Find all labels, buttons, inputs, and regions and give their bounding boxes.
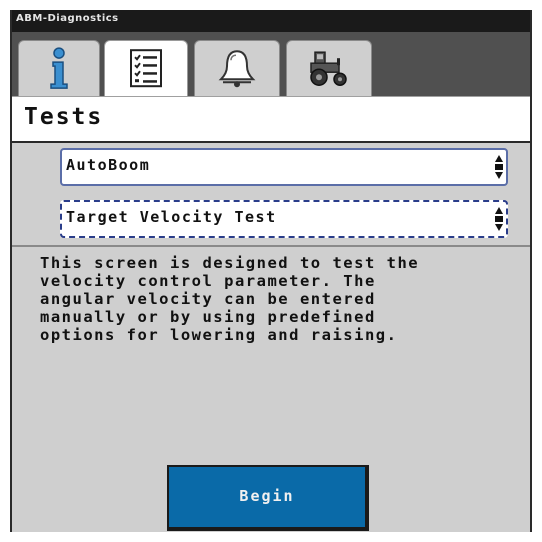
divider xyxy=(12,245,530,247)
tab-alarms[interactable] xyxy=(194,40,280,96)
page-header: Tests xyxy=(12,96,530,143)
diagnostics-window: ABM-Diagnostics Tests AutoBoom Target Ve… xyxy=(10,10,532,532)
test-select[interactable]: Target Velocity Test xyxy=(60,200,508,238)
title-bar: ABM-Diagnostics xyxy=(12,10,530,32)
tab-strip xyxy=(12,32,530,96)
tab-info[interactable] xyxy=(18,40,100,96)
info-icon xyxy=(50,46,68,89)
test-description: This screen is designed to test the velo… xyxy=(40,254,420,344)
tab-tests[interactable] xyxy=(104,40,188,96)
module-select[interactable]: AutoBoom xyxy=(60,148,508,186)
page-title: Tests xyxy=(24,104,104,130)
tab-machine[interactable] xyxy=(286,40,372,96)
test-select-value: Target Velocity Test xyxy=(66,208,277,226)
spinner-arrows-icon[interactable] xyxy=(494,154,504,180)
alarm-bell-icon xyxy=(218,49,256,87)
begin-button[interactable]: Begin xyxy=(167,465,369,531)
module-select-value: AutoBoom xyxy=(66,156,151,174)
window-title: ABM-Diagnostics xyxy=(16,13,119,24)
tractor-icon xyxy=(310,50,347,86)
spinner-arrows-icon[interactable] xyxy=(494,206,504,232)
checklist-icon xyxy=(130,48,162,87)
